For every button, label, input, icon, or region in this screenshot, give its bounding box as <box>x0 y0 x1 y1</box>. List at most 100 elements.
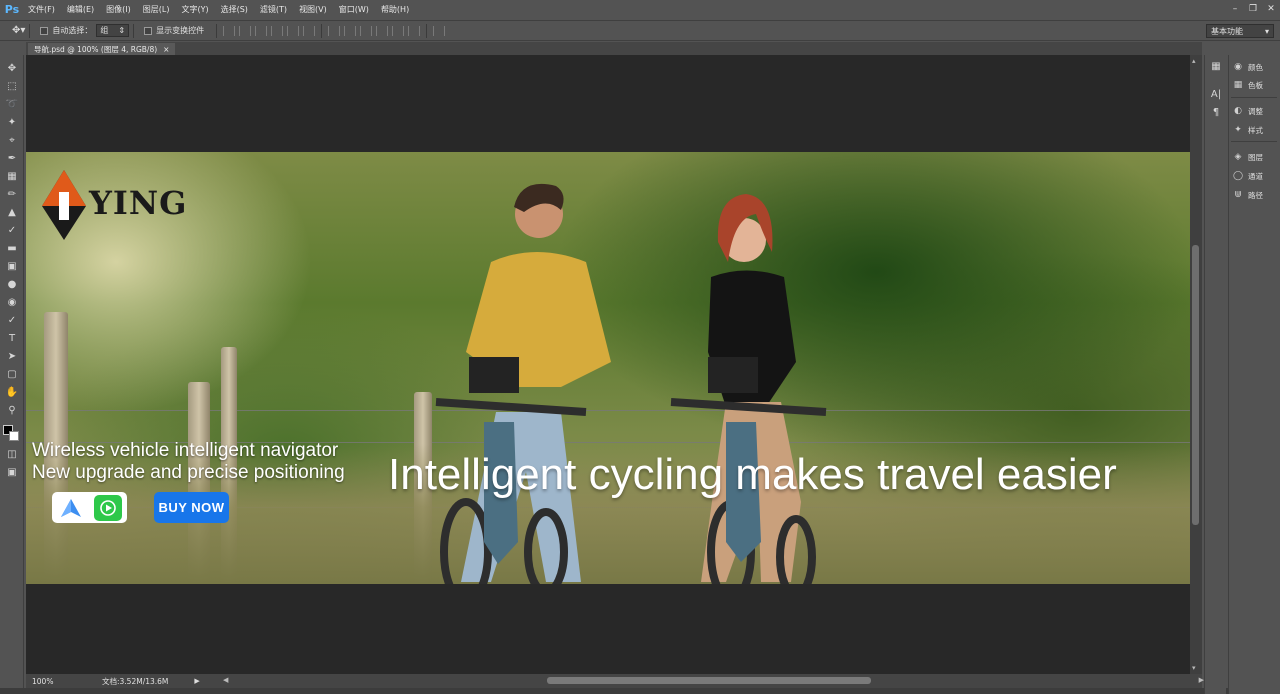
clone-stamp-tool-icon[interactable]: ▲ <box>4 205 20 219</box>
zoom-tool-icon[interactable]: ⚲ <box>4 403 20 417</box>
menu-filter[interactable]: 滤镜(T) <box>254 0 293 19</box>
scroll-up-icon[interactable]: ▴ <box>1192 57 1196 65</box>
distribute-left-icon[interactable] <box>376 25 389 36</box>
hand-tool-icon[interactable]: ✋ <box>4 385 20 399</box>
styles-icon: ✦ <box>1234 125 1242 135</box>
separator <box>29 23 31 38</box>
align-top-icon[interactable] <box>223 25 236 36</box>
separator <box>321 23 323 38</box>
panel-channels-label: 通道 <box>1248 171 1263 181</box>
background-color-swatch[interactable] <box>9 431 19 441</box>
close-tab-icon[interactable]: × <box>163 45 169 54</box>
menu-help[interactable]: 帮助(H) <box>375 0 415 19</box>
history-panel-icon[interactable]: ▦ <box>1208 59 1224 73</box>
panel-adjustments[interactable]: ◐ 调整 <box>1233 103 1263 119</box>
cyclists-illustration <box>435 183 827 584</box>
align-bottom-icon[interactable] <box>255 25 268 36</box>
character-panel-icon[interactable]: A| <box>1208 87 1224 101</box>
close-icon[interactable]: ✕ <box>1262 2 1280 15</box>
status-menu-icon[interactable]: ▶ <box>194 677 199 685</box>
palette-icon: ◉ <box>1234 62 1242 72</box>
panel-layers-label: 图层 <box>1248 152 1263 162</box>
panel-color-label: 颜色 <box>1248 62 1263 72</box>
eraser-tool-icon[interactable]: ▬ <box>4 241 20 255</box>
minimize-icon[interactable]: – <box>1226 2 1244 15</box>
scroll-left-icon[interactable]: ◀ <box>223 676 228 684</box>
tagline-upgrade: New upgrade and precise positioning <box>32 462 345 483</box>
menu-type[interactable]: 文字(Y) <box>175 0 214 19</box>
panel-swatches[interactable]: ▦ 色板 <box>1233 77 1263 93</box>
auto-select-checkbox[interactable] <box>40 26 49 35</box>
type-tool-icon[interactable]: T <box>4 331 20 345</box>
healing-brush-tool-icon[interactable]: ▦ <box>4 169 20 183</box>
vertical-scroll-thumb[interactable] <box>1192 245 1199 525</box>
path-selection-tool-icon[interactable]: ➤ <box>4 349 20 363</box>
separator <box>426 23 428 38</box>
pen-tool-icon[interactable]: ✓ <box>4 313 20 327</box>
auto-select-dropdown[interactable]: 组 ⇕ <box>96 24 130 37</box>
distribute-vcenter-icon[interactable] <box>344 25 357 36</box>
menu-image[interactable]: 图像(I) <box>100 0 137 19</box>
panel-channels[interactable]: ◯ 通道 <box>1233 168 1263 184</box>
menu-edit[interactable]: 编辑(E) <box>61 0 100 19</box>
horizontal-scrollbar[interactable]: ◀ ▶ <box>223 676 1204 686</box>
history-brush-tool-icon[interactable]: ✓ <box>4 223 20 237</box>
photoshop-logo: Ps <box>4 3 20 16</box>
quick-mask-icon[interactable]: ◫ <box>4 447 20 461</box>
document-size: 文档:3.52M/13.6M <box>102 676 169 686</box>
align-vcenter-icon[interactable] <box>239 25 252 36</box>
brush-tool-icon[interactable]: ✏ <box>4 187 20 201</box>
align-right-icon[interactable] <box>303 25 316 36</box>
screen-mode-icon[interactable]: ▣ <box>4 465 20 479</box>
blur-tool-icon[interactable]: ● <box>4 277 20 291</box>
panel-paths[interactable]: ⋓ 路径 <box>1233 187 1263 203</box>
distribute-right-icon[interactable] <box>408 25 421 36</box>
buy-now-button[interactable]: BUY NOW <box>154 492 229 523</box>
app-badge[interactable] <box>52 492 127 523</box>
zoom-level[interactable]: 100% <box>32 677 72 686</box>
restore-icon[interactable]: ❐ <box>1244 2 1262 15</box>
eyedropper-tool-icon[interactable]: ✒ <box>4 151 20 165</box>
swatches-icon: ▦ <box>1233 80 1243 90</box>
gradient-tool-icon[interactable]: ▣ <box>4 259 20 273</box>
menu-layer[interactable]: 图层(L) <box>137 0 176 19</box>
menu-window[interactable]: 窗口(W) <box>333 0 375 19</box>
dock-icon-column: ▦ A| ¶ <box>1204 55 1226 694</box>
panel-color[interactable]: ◉ 颜色 <box>1233 59 1263 75</box>
bike-right-display <box>708 357 758 393</box>
scroll-down-icon[interactable]: ▾ <box>1192 664 1196 672</box>
shape-tool-icon[interactable]: ▢ <box>4 367 20 381</box>
crop-tool-icon[interactable]: ⌖ <box>4 133 20 147</box>
auto-align-icon[interactable] <box>433 25 446 36</box>
show-transform-checkbox[interactable] <box>144 26 153 35</box>
magic-wand-tool-icon[interactable]: ✦ <box>4 115 20 129</box>
distribute-top-icon[interactable] <box>328 25 341 36</box>
menu-view[interactable]: 视图(V) <box>293 0 333 19</box>
marquee-tool-icon[interactable]: ⬚ <box>4 79 20 93</box>
horizontal-scroll-thumb[interactable] <box>547 677 871 684</box>
panel-separator <box>1231 97 1277 98</box>
align-hcenter-icon[interactable] <box>287 25 300 36</box>
lasso-tool-icon[interactable]: ➰ <box>4 97 20 111</box>
menu-file[interactable]: 文件(F) <box>22 0 61 19</box>
bike-left-display <box>469 357 519 393</box>
move-tool-icon[interactable]: ✥ <box>4 61 20 75</box>
distribute-hcenter-icon[interactable] <box>392 25 405 36</box>
panel-layers[interactable]: ◈ 图层 <box>1233 149 1263 165</box>
panel-styles[interactable]: ✦ 样式 <box>1233 122 1263 138</box>
paragraph-panel-icon[interactable]: ¶ <box>1208 105 1224 119</box>
carplay-icon <box>94 494 123 521</box>
distribute-bottom-icon[interactable] <box>360 25 373 36</box>
vertical-scrollbar[interactable]: ▴ ▾ <box>1190 55 1202 674</box>
align-left-icon[interactable] <box>271 25 284 36</box>
dodge-tool-icon[interactable]: ◉ <box>4 295 20 309</box>
menu-select[interactable]: 选择(S) <box>215 0 254 19</box>
workspace-dropdown[interactable]: 基本功能 ▾ <box>1206 24 1274 38</box>
panel-styles-label: 样式 <box>1248 125 1263 135</box>
workspace-value: 基本功能 <box>1211 26 1243 36</box>
logo-text: YING <box>89 184 188 222</box>
tools-panel: ✥ ⬚ ➰ ✦ ⌖ ✒ ▦ ✏ ▲ ✓ ▬ ▣ ● ◉ ✓ T ➤ ▢ ✋ ⚲ … <box>0 55 24 694</box>
chevron-down-icon: ⇕ <box>118 26 126 35</box>
move-tool-icon[interactable]: ✥▾ <box>12 25 25 36</box>
document-tab[interactable]: 导航.psd @ 100% (图层 4, RGB/8) × <box>28 43 176 55</box>
